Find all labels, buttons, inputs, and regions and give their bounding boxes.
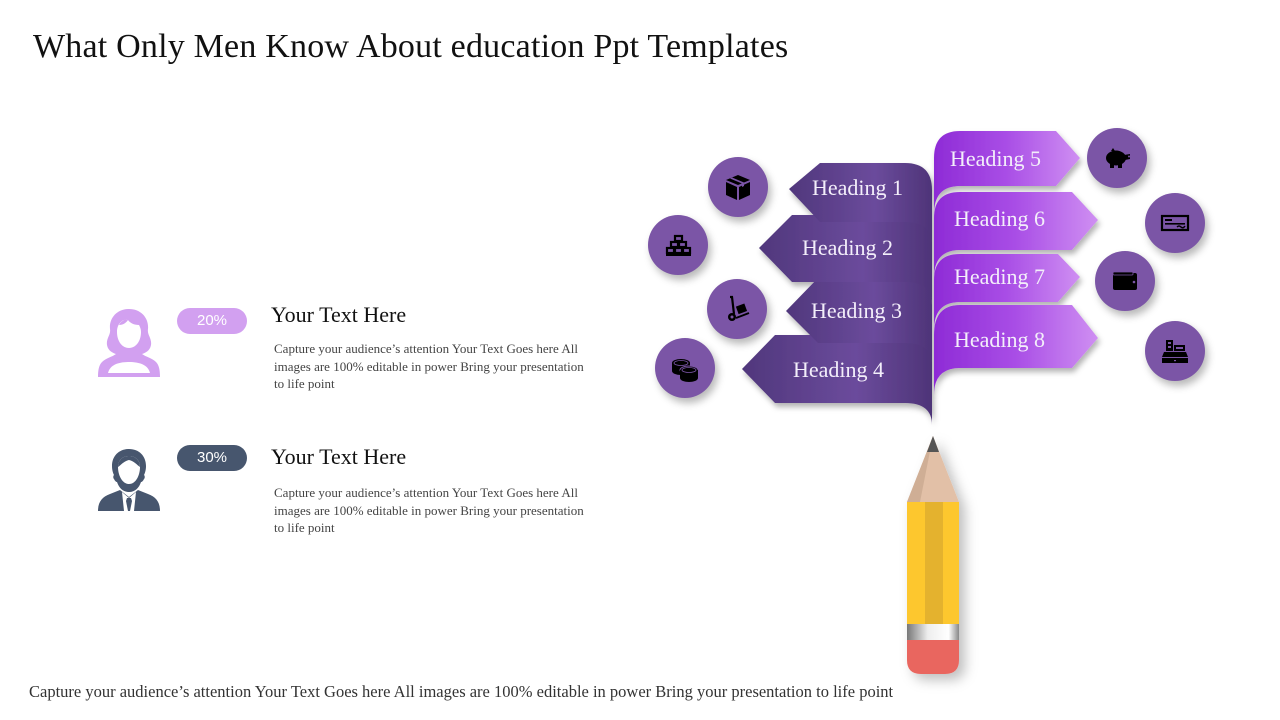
cash-register-icon (1162, 340, 1188, 363)
pencil-infographic (742, 131, 1098, 674)
piggy-bank-icon (1106, 148, 1130, 168)
heading-7-icon-circle (1095, 251, 1155, 311)
heading-4-icon-circle (655, 338, 715, 398)
heading-8-icon-circle (1145, 321, 1205, 381)
wallet-icon (1112, 271, 1137, 290)
cheque-icon (1160, 214, 1190, 232)
ribbon-heading-4 (742, 335, 932, 425)
footer-text: Capture your audience’s attention Your T… (29, 682, 894, 701)
hand-truck-icon (728, 295, 750, 321)
pencil-icon (907, 436, 959, 674)
box-icon (726, 175, 750, 200)
heading-5-icon-circle (1087, 128, 1147, 188)
heading-2-icon-circle (648, 215, 708, 275)
coins-icon (672, 359, 699, 382)
heading-6-icon-circle (1145, 193, 1205, 253)
ribbon-heading-8 (934, 305, 1098, 395)
heading-1-icon-circle (708, 157, 768, 217)
gold-bars-icon (665, 234, 692, 256)
heading-3-icon-circle (707, 279, 767, 339)
